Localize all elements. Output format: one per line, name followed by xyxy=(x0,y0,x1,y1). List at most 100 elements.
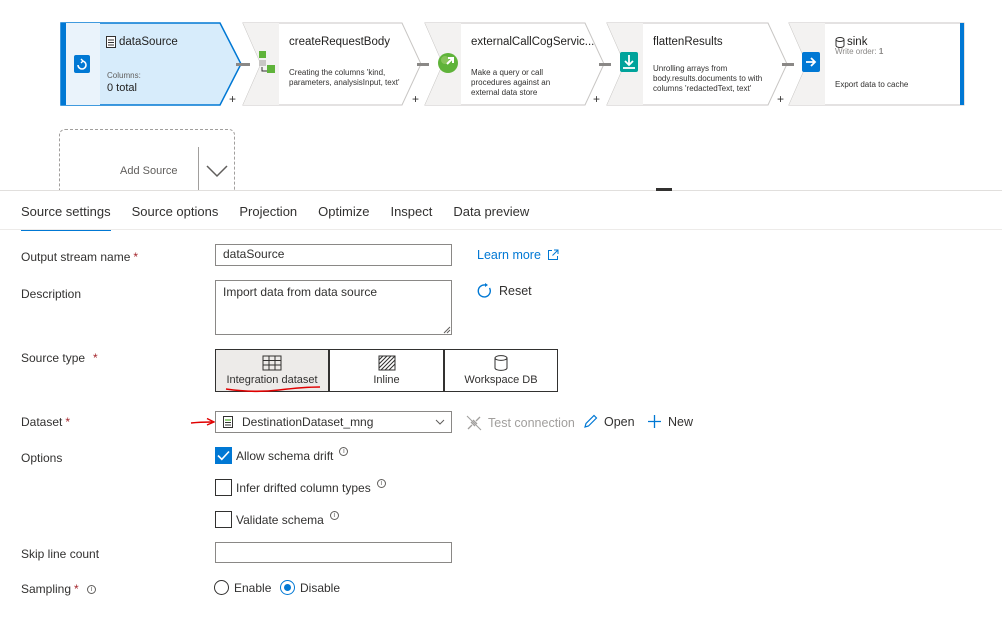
info-icon[interactable]: i xyxy=(376,479,386,488)
output-stream-label: Output stream name * xyxy=(21,250,138,264)
add-transform-plus[interactable]: + xyxy=(229,93,236,105)
inline-icon xyxy=(378,355,395,371)
description-textarea[interactable]: Import data from data source xyxy=(215,280,452,335)
plus-icon xyxy=(648,415,661,428)
learn-more-text: Learn more xyxy=(477,248,541,262)
sink-description: Export data to cache xyxy=(835,80,909,89)
sampling-disable-option[interactable]: Disable xyxy=(280,580,340,595)
sink-icon xyxy=(802,52,820,72)
add-transform-plus[interactable]: + xyxy=(777,93,784,105)
node-sink[interactable]: sink Write order: 1 Export data to cache xyxy=(788,22,965,106)
chevron-down-icon[interactable] xyxy=(206,164,228,178)
required-mark: * xyxy=(133,250,139,264)
node-description: Unrolling arrays from body.results.docum… xyxy=(653,64,763,93)
open-label: Open xyxy=(604,414,635,429)
splitter-handle[interactable] xyxy=(656,188,672,191)
test-connection-button[interactable]: Test connection xyxy=(466,415,575,431)
derived-column-icon xyxy=(259,51,275,73)
dataset-dropdown[interactable]: DestinationDataset_mng xyxy=(215,411,452,433)
node-flatten-results[interactable]: flattenResults Unrolling arrays from bod… xyxy=(606,22,788,106)
node-title: flattenResults xyxy=(653,36,723,48)
info-icon[interactable]: i xyxy=(329,511,339,520)
tab-projection[interactable]: Projection xyxy=(239,204,297,230)
allow-schema-drift-label: Allow schema drift xyxy=(236,448,334,463)
checkmark-icon xyxy=(217,450,230,461)
sampling-enable-label: Enable xyxy=(234,580,272,595)
sampling-label: Sampling * i xyxy=(21,582,97,596)
validate-schema-checkbox[interactable] xyxy=(215,511,232,528)
add-transform-plus[interactable]: + xyxy=(412,93,419,105)
tab-divider xyxy=(0,229,1002,230)
sink-write-order: Write order: 1 xyxy=(835,47,883,57)
open-dataset-button[interactable]: Open xyxy=(583,414,635,429)
annotation-underline xyxy=(225,386,321,393)
test-connection-label: Test connection xyxy=(488,416,575,430)
sampling-enable-radio[interactable] xyxy=(214,580,229,595)
dataset-file-icon xyxy=(223,416,233,428)
learn-more-link[interactable]: Learn more xyxy=(477,248,559,262)
add-source-tile[interactable]: Add Source xyxy=(59,129,235,191)
settings-tabs: Source settings Source options Projectio… xyxy=(21,204,550,231)
add-transform-plus[interactable]: + xyxy=(593,93,600,105)
allow-schema-drift-row[interactable]: Allow schema drift i xyxy=(215,447,349,464)
validate-schema-label: Validate schema xyxy=(236,512,324,527)
source-type-label-text: Source type xyxy=(21,351,86,365)
info-icon[interactable]: i xyxy=(339,447,349,456)
node-title: externalCallCogServic... xyxy=(471,36,595,48)
output-stream-input[interactable]: dataSource xyxy=(215,244,452,266)
skip-line-count-input[interactable] xyxy=(215,542,452,563)
tab-data-preview[interactable]: Data preview xyxy=(453,204,529,230)
source-type-workspace-db[interactable]: Workspace DB xyxy=(444,349,558,392)
sampling-disable-label: Disable xyxy=(300,580,341,595)
sampling-enable-option[interactable]: Enable xyxy=(214,580,271,595)
source-node-title: dataSource xyxy=(119,36,178,48)
plug-disconnected-icon xyxy=(466,415,482,431)
reset-icon xyxy=(477,283,491,298)
source-type-label: Source type * xyxy=(21,351,98,365)
dataset-label-text: Dataset xyxy=(21,415,63,429)
database-icon xyxy=(494,355,508,371)
pipeline-row: dataSource Columns: 0 total + createRequ… xyxy=(60,22,965,106)
options-label: Options xyxy=(21,451,63,465)
dataflow-canvas: dataSource Columns: 0 total + createRequ… xyxy=(0,0,1002,191)
sampling-label-text: Sampling xyxy=(21,582,72,596)
source-node-columns-value: 0 total xyxy=(107,82,137,94)
required-mark: * xyxy=(74,582,79,596)
add-source-label: Add Source xyxy=(120,165,178,177)
node-create-request-body[interactable]: createRequestBody Creating the columns '… xyxy=(242,22,422,106)
infer-drifted-row[interactable]: Infer drifted column types i xyxy=(215,479,386,496)
node-title: createRequestBody xyxy=(289,36,391,48)
source-node-icon xyxy=(74,55,90,73)
info-icon[interactable]: i xyxy=(87,585,97,594)
node-description: Creating the columns 'kind, parameters, … xyxy=(289,68,400,87)
tab-source-options[interactable]: Source options xyxy=(132,204,219,230)
write-order-label: Write order: xyxy=(835,47,877,56)
validate-schema-row[interactable]: Validate schema i xyxy=(215,511,339,528)
infer-drifted-checkbox[interactable] xyxy=(215,479,232,496)
tab-optimize[interactable]: Optimize xyxy=(318,204,369,230)
source-node-datasource[interactable]: dataSource Columns: 0 total + xyxy=(60,22,242,106)
flatten-icon xyxy=(620,52,638,72)
new-dataset-button[interactable]: New xyxy=(647,414,693,429)
node-description: Make a query or call procedures against … xyxy=(471,68,551,97)
source-node-columns-label: Columns: xyxy=(107,71,141,80)
sampling-disable-radio[interactable] xyxy=(280,580,295,595)
node-external-call[interactable]: externalCallCogServic... Make a query or… xyxy=(424,22,605,106)
infer-drifted-label: Infer drifted column types xyxy=(236,480,371,495)
output-stream-label-text: Output stream name xyxy=(21,250,131,264)
required-mark: * xyxy=(93,351,98,365)
table-icon xyxy=(262,355,282,371)
external-link-icon xyxy=(547,249,559,260)
new-label: New xyxy=(668,414,694,429)
dataset-file-icon xyxy=(106,36,116,48)
resize-grip-icon[interactable] xyxy=(442,325,451,334)
tab-inspect[interactable]: Inspect xyxy=(390,204,432,230)
panel-splitter xyxy=(0,190,1002,191)
add-source-divider xyxy=(198,147,199,191)
allow-schema-drift-checkbox[interactable] xyxy=(215,447,232,464)
skip-line-count-label: Skip line count xyxy=(21,547,100,561)
reset-button[interactable]: Reset xyxy=(477,283,532,299)
source-type-inline[interactable]: Inline xyxy=(329,349,444,392)
dataset-label: Dataset * xyxy=(21,415,70,429)
tab-source-settings[interactable]: Source settings xyxy=(21,204,111,231)
